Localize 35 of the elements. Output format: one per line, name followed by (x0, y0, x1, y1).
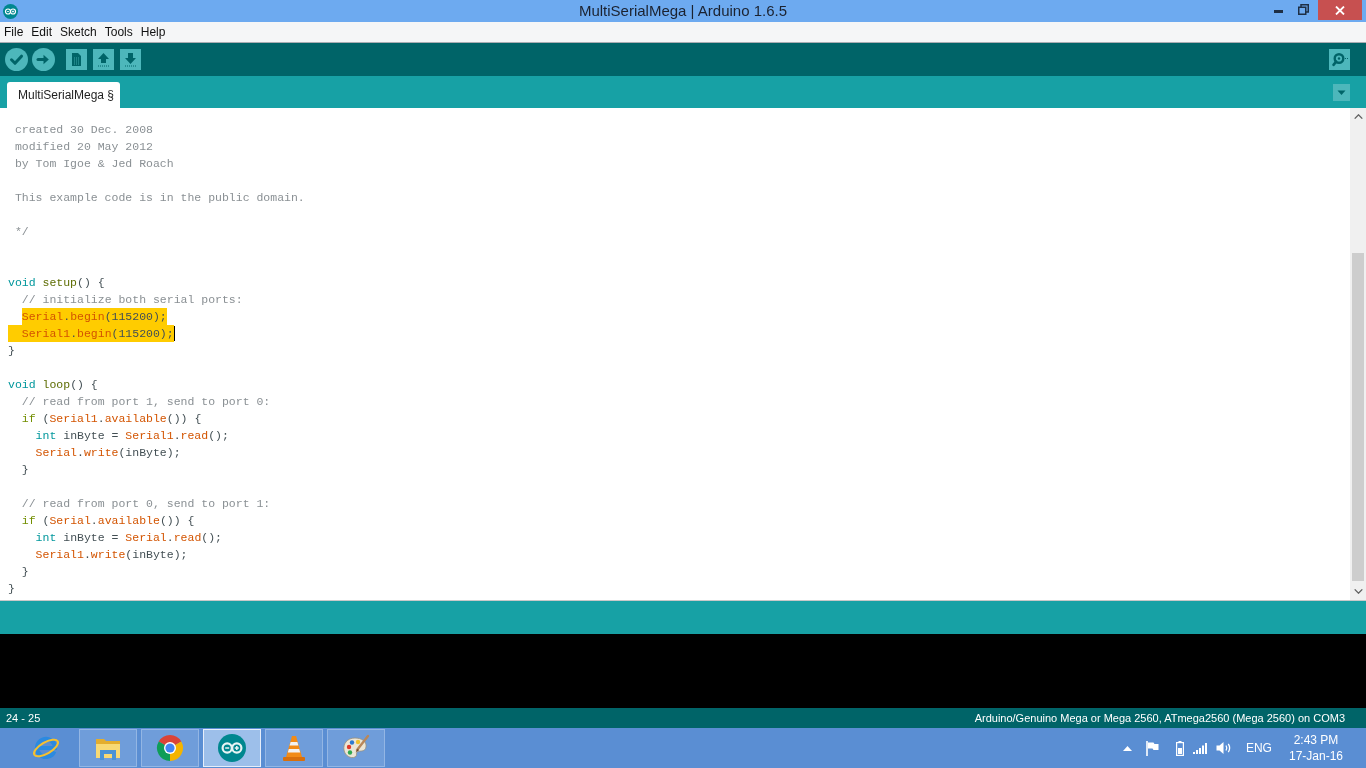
infinity-icon (217, 733, 247, 763)
menu-item[interactable]: Help (140, 24, 166, 40)
signal-icon[interactable] (1192, 742, 1207, 754)
taskbar-button[interactable] (327, 729, 385, 767)
menu-item[interactable]: Sketch (60, 24, 97, 40)
arrow-right-icon[interactable] (32, 48, 55, 71)
chevron-up-icon[interactable] (1353, 114, 1363, 119)
tab[interactable]: MultiSerialMega § (7, 82, 121, 108)
board-info-text: Arduino/Genuino Mega or Mega 2560, ATmega2560 (Mega 2560) on COM3 (974, 712, 1345, 724)
taskbar-button[interactable] (265, 729, 323, 767)
arrow-down-icon[interactable] (120, 49, 141, 70)
menu-item[interactable]: Tools (104, 24, 133, 40)
restore-icon[interactable] (1298, 4, 1309, 15)
tricolor-circle-icon (155, 733, 185, 763)
triangle-up-icon[interactable] (1122, 745, 1132, 751)
document-icon[interactable] (66, 49, 87, 70)
app-logo-icon (3, 3, 18, 19)
close-icon (1335, 5, 1345, 15)
arrow-up-icon[interactable] (93, 49, 114, 70)
window-title: MultiSerialMega | Arduino 1.6.5 (578, 1, 788, 21)
menu-item[interactable]: File (4, 24, 24, 40)
check-icon[interactable] (5, 48, 28, 71)
close-button[interactable] (1318, 0, 1362, 20)
scrollbar[interactable] (1350, 108, 1366, 600)
menu-item[interactable]: Edit (31, 24, 53, 40)
flag-icon[interactable] (1145, 740, 1159, 756)
caret-down-icon[interactable] (1333, 83, 1350, 101)
taskbar-button[interactable] (141, 729, 199, 767)
battery-icon[interactable] (1175, 740, 1184, 756)
speaker-icon[interactable] (1215, 741, 1232, 755)
magnifier-icon[interactable] (1329, 49, 1350, 70)
taskbar-button[interactable] (79, 729, 137, 767)
scrollbar-thumb[interactable] (1352, 253, 1364, 581)
chevron-down-icon[interactable] (1353, 589, 1363, 594)
line-number-text: 24 - 25 (6, 712, 41, 724)
